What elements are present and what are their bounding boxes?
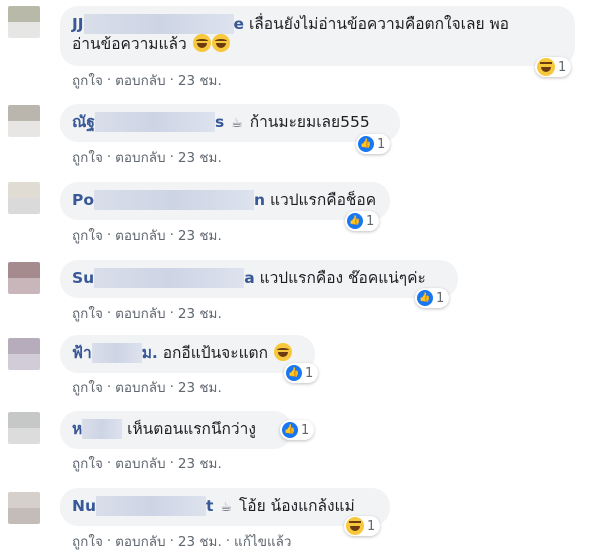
avatar[interactable] [8, 6, 40, 38]
like-link[interactable]: ถูกใจ [72, 534, 103, 550]
comment-text: อกอีแป้นจะแตก [162, 344, 269, 362]
cup-icon: ☕ [220, 500, 233, 515]
comment-actions: ถูกใจ · ตอบกลับ · 23 ชม. [72, 455, 222, 472]
timestamp[interactable]: 23 ชม. [178, 534, 222, 550]
commenter-name[interactable]: ห [72, 419, 123, 439]
comment-actions: ถูกใจ · ตอบกลับ · 23 ชม. · แก้ไขแล้ว [72, 533, 292, 550]
reaction-count[interactable]: 👍 1 [415, 288, 450, 308]
like-icon: 👍 [286, 365, 302, 381]
like-link[interactable]: ถูกใจ [72, 150, 103, 166]
like-link[interactable]: ถูกใจ [72, 380, 103, 396]
comment-actions: ถูกใจ · ตอบกลับ · 23 ชม. [72, 305, 222, 322]
comment-actions: ถูกใจ · ตอบกลับ · 23 ชม. [72, 72, 222, 89]
like-icon: 👍 [347, 213, 363, 229]
avatar[interactable] [8, 412, 40, 444]
reply-link[interactable]: ตอบกลับ [115, 306, 165, 322]
timestamp[interactable]: 23 ชม. [178, 306, 222, 322]
commenter-name[interactable]: JJ e [72, 14, 244, 34]
timestamp[interactable]: 23 ชม. [178, 456, 222, 472]
comment-bubble: ณัฐ s ☕ ก้านมะยมเลย555 [60, 104, 400, 142]
blurred-name [94, 112, 215, 132]
timestamp[interactable]: 23 ชม. [178, 380, 222, 396]
reply-link[interactable]: ตอบกลับ [115, 73, 165, 89]
reaction-count[interactable]: 👍 1 [284, 363, 319, 383]
avatar[interactable] [8, 182, 40, 214]
comment-text: เลื่อนยังไม่อ่านข้อความคือตกใจเลย พอ [249, 15, 509, 33]
like-link[interactable]: ถูกใจ [72, 228, 103, 244]
commenter-name[interactable]: Nu t [72, 496, 213, 516]
commenter-name[interactable]: ฟ้า ม. [72, 343, 158, 363]
reply-link[interactable]: ตอบกลับ [115, 456, 165, 472]
timestamp[interactable]: 23 ชม. [178, 150, 222, 166]
comment-bubble: Po n แวปแรกคือช็อค [60, 182, 390, 220]
comment-bubble: ฟ้า ม. อกอีแป้นจะแตก [60, 335, 315, 373]
commenter-name[interactable]: Su a [72, 268, 255, 288]
comment-text: ก้านมะยมเลย555 [249, 113, 370, 131]
avatar[interactable] [8, 338, 40, 370]
comment-bubble: Su a แวปแรกคือง ช๊อคแน่ๆค่ะ [60, 260, 458, 298]
reply-link[interactable]: ตอบกลับ [115, 228, 165, 244]
reply-link[interactable]: ตอบกลับ [115, 534, 165, 550]
comment-actions: ถูกใจ · ตอบกลับ · 23 ชม. [72, 227, 222, 244]
like-link[interactable]: ถูกใจ [72, 73, 103, 89]
reaction-count[interactable]: 👍 1 [356, 134, 391, 154]
rolling-laughing-emoji-icon [273, 343, 292, 361]
blurred-name [91, 343, 142, 363]
commenter-name[interactable]: Po n [72, 190, 265, 210]
reaction-count[interactable]: 👍 1 [280, 420, 315, 440]
laughing-emoji-icon [192, 34, 211, 52]
blurred-name [83, 14, 234, 34]
comment-text: แวปแรกคือง ช๊อคแน่ๆค่ะ [259, 269, 426, 287]
like-icon: 👍 [417, 290, 433, 306]
blurred-name [94, 268, 245, 288]
like-link[interactable]: ถูกใจ [72, 306, 103, 322]
comment-actions: ถูกใจ · ตอบกลับ · 23 ชม. [72, 379, 222, 396]
reaction-count[interactable]: 1 [535, 57, 572, 77]
avatar[interactable] [8, 105, 40, 137]
timestamp[interactable]: 23 ชม. [178, 73, 222, 89]
comment-bubble: Nu t ☕ โอ้ย น้องแกล้งแม่ [60, 488, 390, 526]
commenter-name[interactable]: ณัฐ s [72, 112, 224, 132]
comment-text-line2: อ่านข้อความแล้ว [72, 35, 187, 53]
blurred-name [94, 190, 255, 210]
blurred-name [82, 419, 123, 439]
comment-actions: ถูกใจ · ตอบกลับ · 23 ชม. [72, 149, 222, 166]
like-icon: 👍 [358, 136, 374, 152]
comment-text: โอ้ย น้องแกล้งแม่ [238, 497, 355, 515]
blurred-name [96, 496, 207, 516]
avatar[interactable] [8, 492, 40, 524]
laughing-emoji-icon [211, 34, 230, 52]
edited-link[interactable]: แก้ไขแล้ว [234, 534, 291, 550]
comment-text: เห็นตอนแรกนึกว่างู [127, 420, 256, 438]
reply-link[interactable]: ตอบกลับ [115, 150, 165, 166]
haha-icon [537, 58, 555, 76]
haha-icon [346, 517, 364, 535]
reaction-count[interactable]: 👍 1 [345, 211, 380, 231]
comment-bubble: JJ e เลื่อนยังไม่อ่านข้อความคือตกใจเลย พอ… [60, 6, 575, 66]
comment-bubble: ห เห็นตอนแรกนึกว่างู [60, 411, 292, 449]
comment-text: แวปแรกคือช็อค [270, 191, 377, 209]
reaction-count[interactable]: 1 [344, 516, 381, 536]
like-link[interactable]: ถูกใจ [72, 456, 103, 472]
reply-link[interactable]: ตอบกลับ [115, 380, 165, 396]
cup-icon: ☕ [231, 116, 243, 131]
timestamp[interactable]: 23 ชม. [178, 228, 222, 244]
like-icon: 👍 [282, 422, 298, 438]
avatar[interactable] [8, 262, 40, 294]
